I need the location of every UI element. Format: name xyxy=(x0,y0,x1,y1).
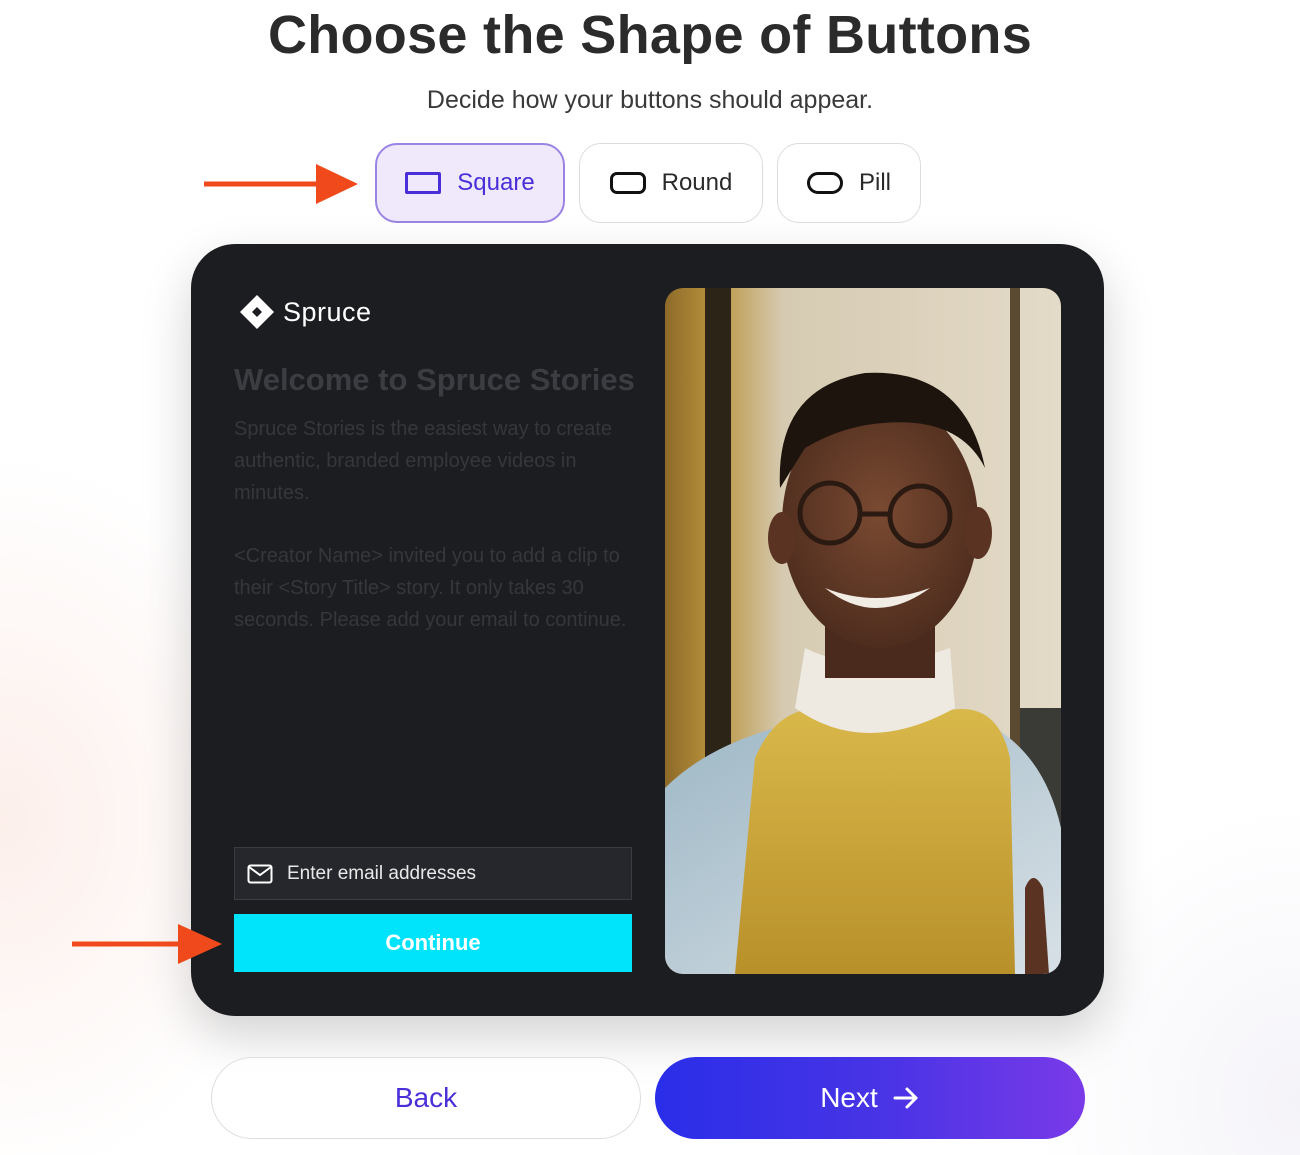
person-video-thumbnail xyxy=(665,288,1061,974)
brand-name: Spruce xyxy=(283,296,372,327)
page-subtitle: Decide how your buttons should appear. xyxy=(426,86,874,114)
square-outline-icon xyxy=(405,172,442,194)
shape-option-square[interactable]: Square xyxy=(375,143,565,223)
preview-card: Spruce Welcome to Spruce Stories Spruce … xyxy=(191,244,1104,1016)
arrow-right-icon xyxy=(893,1087,918,1109)
back-button-label: Back xyxy=(394,1082,458,1113)
pill-outline-icon xyxy=(806,172,843,194)
description-paragraph: <Creator Name> invited you to add a clip… xyxy=(234,545,627,631)
description-paragraph: Spruce Stories is the easiest way to cre… xyxy=(234,418,612,504)
annotation-arrow-icon xyxy=(204,164,358,204)
shape-option-label: Square xyxy=(457,169,535,196)
next-button[interactable]: Next xyxy=(655,1057,1085,1139)
shape-option-pill[interactable]: Pill xyxy=(777,143,921,223)
shape-option-label: Round xyxy=(661,169,733,196)
annotation-arrow-icon xyxy=(72,924,222,964)
video-preview xyxy=(665,288,1061,974)
shape-option-round[interactable]: Round xyxy=(579,143,763,223)
page-title: Choose the Shape of Buttons xyxy=(267,5,1033,65)
shape-option-label: Pill xyxy=(858,169,891,196)
back-button[interactable]: Back xyxy=(211,1057,641,1139)
diamond-logo-icon xyxy=(240,295,274,329)
rounded-rect-outline-icon xyxy=(609,172,646,194)
email-input[interactable] xyxy=(287,862,607,885)
welcome-title: Welcome to Spruce Stories xyxy=(234,362,635,397)
welcome-description: Spruce Stories is the easiest way to cre… xyxy=(234,414,634,637)
brand-logo: Spruce xyxy=(239,294,372,330)
continue-button[interactable]: Continue xyxy=(234,914,632,972)
next-button-label: Next xyxy=(820,1082,878,1113)
email-field[interactable] xyxy=(234,847,632,900)
envelope-icon xyxy=(247,864,273,883)
